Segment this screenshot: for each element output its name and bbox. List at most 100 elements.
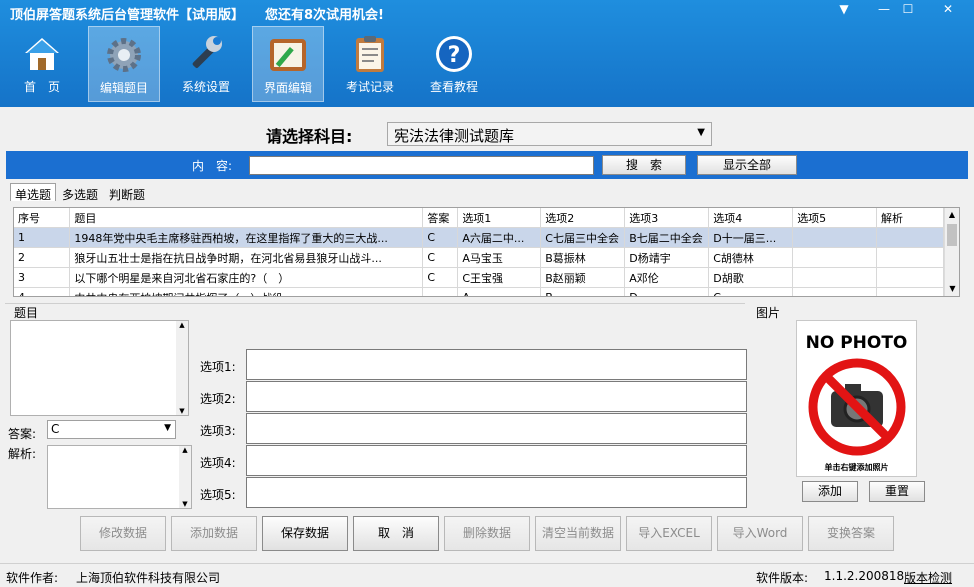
- table-cell: 3: [14, 267, 71, 288]
- answer-select[interactable]: C ▼: [47, 420, 176, 439]
- analysis-label: 解析:: [8, 447, 37, 461]
- questions-table[interactable]: 序号 题目 答案 选项1 选项2 选项3 选项4 选项5 解析 1 1948年党…: [13, 207, 960, 297]
- author-name: 上海顶伯软件科技有限公司: [76, 571, 221, 585]
- toolbar-item-label: 编辑题目: [99, 81, 148, 95]
- option-input-3[interactable]: [246, 413, 747, 444]
- column-header[interactable]: 题目: [69, 208, 424, 228]
- option-label-4: 选项4:: [200, 456, 236, 470]
- subject-select-value: 宪法法律测试题库: [394, 127, 515, 145]
- toolbar-item-system-settings[interactable]: 系统设置: [170, 26, 242, 102]
- clear-current-data-button[interactable]: 清空当前数据: [535, 516, 621, 551]
- option-input-4[interactable]: [246, 445, 747, 476]
- table-cell: B七届二中全会: [624, 227, 710, 248]
- table-cell: A...: [457, 287, 542, 296]
- svg-text:?: ?: [448, 43, 461, 68]
- table-cell: B葛振林: [540, 247, 626, 268]
- column-header[interactable]: 选项3: [624, 208, 710, 228]
- table-cell: [792, 227, 878, 248]
- option-label-2: 选项2:: [200, 392, 236, 406]
- column-header[interactable]: 选项4: [708, 208, 794, 228]
- option-input-5[interactable]: [246, 477, 747, 508]
- toolbar-item-label: 查看教程: [429, 80, 478, 94]
- table-cell: 1948年党中央毛主席移驻西柏坡，在这里指挥了重大的三大战...: [69, 227, 424, 248]
- edit-board-icon: [266, 33, 310, 77]
- save-data-button[interactable]: 保存数据: [262, 516, 348, 551]
- table-cell: 4: [14, 287, 71, 296]
- table-cell: A六届二中...: [457, 227, 542, 248]
- column-header[interactable]: 解析: [876, 208, 944, 228]
- table-cell: 中共中央在西柏坡期间共指挥了（ ）战役: [69, 287, 424, 296]
- option-label-5: 选项5:: [200, 488, 236, 502]
- table-cell: [422, 287, 459, 296]
- table-row[interactable]: 4 中共中央在西柏坡期间共指挥了（ ）战役 A... B... D... C..…: [14, 287, 944, 296]
- import-excel-button[interactable]: 导入EXCEL: [626, 516, 712, 551]
- add-data-button[interactable]: 添加数据: [171, 516, 257, 551]
- shuffle-answers-button[interactable]: 变换答案: [808, 516, 894, 551]
- tab-true-false[interactable]: 判断题: [105, 184, 151, 202]
- table-cell: C: [422, 247, 459, 268]
- column-header[interactable]: 答案: [422, 208, 459, 228]
- import-word-button[interactable]: 导入Word: [717, 516, 803, 551]
- toolbar-item-exam-records[interactable]: 考试记录: [334, 26, 406, 102]
- menu-dropdown-button[interactable]: ▼: [826, 0, 862, 18]
- option-label-3: 选项3:: [200, 424, 236, 438]
- minimize-icon: —: [878, 2, 890, 16]
- toolbar-item-edit-questions[interactable]: 编辑题目: [88, 26, 160, 102]
- question-label: 题目: [14, 306, 39, 320]
- close-button[interactable]: ✕: [930, 0, 966, 18]
- toolbar-item-label: 界面编辑: [263, 81, 312, 95]
- chevron-down-icon: ▼: [164, 423, 171, 433]
- chevron-down-icon: ▼: [179, 407, 185, 415]
- analysis-textarea[interactable]: ▲ ▼: [47, 445, 192, 509]
- question-textarea[interactable]: ▲ ▼: [10, 320, 189, 416]
- toolbar-item-tutorial[interactable]: ? 查看教程: [418, 26, 490, 102]
- show-all-button[interactable]: 显示全部: [697, 155, 797, 175]
- wrench-icon: [184, 32, 228, 76]
- toolbar-item-ui-editor[interactable]: 界面编辑: [252, 26, 324, 102]
- search-input[interactable]: [249, 156, 594, 175]
- table-cell: B赵丽颖: [540, 267, 626, 288]
- column-header[interactable]: 序号: [14, 208, 71, 228]
- home-icon: [20, 32, 64, 76]
- tab-multiple-choice[interactable]: 多选题: [58, 184, 104, 202]
- photo-placeholder[interactable]: NO PHOTO 单击右键添加照片: [796, 320, 917, 477]
- chevron-down-icon: ▼: [697, 127, 705, 138]
- add-photo-button[interactable]: 添加: [802, 481, 858, 502]
- toolbar-item-home[interactable]: 首 页: [6, 26, 78, 102]
- column-header[interactable]: 选项5: [792, 208, 878, 228]
- table-vertical-scrollbar[interactable]: ▲ ▼: [944, 208, 959, 296]
- table-cell: C: [422, 227, 459, 248]
- table-cell: 2: [14, 247, 71, 268]
- tab-single-choice[interactable]: 单选题: [10, 183, 56, 202]
- option-input-1[interactable]: [246, 349, 747, 380]
- modify-data-button[interactable]: 修改数据: [80, 516, 166, 551]
- search-button[interactable]: 搜 索: [602, 155, 686, 175]
- subject-select[interactable]: 宪法法律测试题库 ▼: [387, 122, 712, 146]
- table-row[interactable]: 3 以下哪个明星是来自河北省石家庄的?（ ） C C王宝强 B赵丽颖 A邓伦 D…: [14, 267, 944, 288]
- table-cell: A马宝玉: [457, 247, 542, 268]
- column-header[interactable]: 选项1: [457, 208, 542, 228]
- version-check-link[interactable]: 版本检测: [904, 569, 952, 586]
- table-cell: D...: [624, 287, 710, 296]
- gear-icon: [102, 33, 146, 77]
- no-photo-text: NO PHOTO: [805, 333, 908, 353]
- toolbar-item-label: 系统设置: [181, 80, 230, 94]
- table-cell: B...: [540, 287, 626, 296]
- no-camera-icon: [807, 357, 907, 460]
- version-label: 软件版本:: [756, 571, 809, 585]
- delete-data-button[interactable]: 删除数据: [444, 516, 530, 551]
- scrollbar-thumb[interactable]: [947, 224, 957, 246]
- table-row[interactable]: 2 狼牙山五壮士是指在抗日战争时期，在河北省易县狼牙山战斗... C A马宝玉 …: [14, 247, 944, 268]
- option-label-1: 选项1:: [200, 360, 236, 374]
- table-cell: [792, 267, 878, 288]
- column-header[interactable]: 选项2: [540, 208, 626, 228]
- cancel-button[interactable]: 取 消: [353, 516, 439, 551]
- table-cell: C: [422, 267, 459, 288]
- maximize-button[interactable]: ☐: [890, 0, 926, 18]
- analysis-scrollbar[interactable]: ▲ ▼: [179, 446, 191, 508]
- table-row[interactable]: 1 1948年党中央毛主席移驻西柏坡，在这里指挥了重大的三大战... C A六届…: [14, 227, 944, 248]
- option-input-2[interactable]: [246, 381, 747, 412]
- table-cell: [876, 247, 944, 268]
- reset-photo-button[interactable]: 重置: [869, 481, 925, 502]
- question-scrollbar[interactable]: ▲ ▼: [176, 321, 188, 415]
